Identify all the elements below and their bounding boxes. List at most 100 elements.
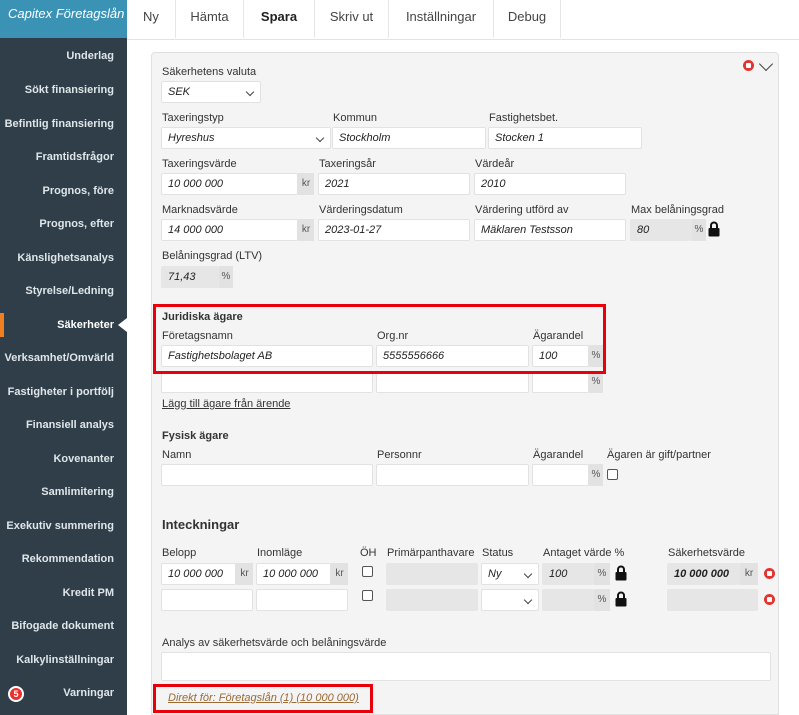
- nav-item-framtidsfragor[interactable]: Framtidsfrågor: [0, 141, 127, 173]
- valued-by-input[interactable]: Mäklaren Testsson: [474, 219, 626, 241]
- physical-owner-share-unit: %: [589, 464, 603, 486]
- delete-mortgage-icon[interactable]: [764, 594, 775, 605]
- delete-mortgage-icon[interactable]: [764, 568, 775, 579]
- nav-item-befintlig-finansiering[interactable]: Befintlig finansiering: [0, 108, 127, 140]
- mortgage-position-header: Inomläge: [257, 547, 303, 559]
- nav-item-bifogade-dokument[interactable]: Bifogade dokument: [0, 610, 127, 642]
- mortgage-oh-checkbox[interactable]: [362, 566, 373, 577]
- nav-item-kanslighetsanalys[interactable]: Känslighetsanalys: [0, 242, 127, 274]
- analysis-textarea[interactable]: [161, 652, 771, 681]
- mortgage-position-input-empty[interactable]: [256, 589, 348, 611]
- nav-item-prognos-efter[interactable]: Prognos, efter: [0, 208, 127, 240]
- analysis-label: Analys av säkerhetsvärde och belåningsvä…: [162, 637, 387, 649]
- nav-item-prognos-fore[interactable]: Prognos, före: [0, 175, 127, 207]
- add-owner-from-case-link[interactable]: Lägg till ägare från ärende: [162, 398, 290, 410]
- menu-debug[interactable]: Debug: [494, 0, 561, 38]
- mortgage-security-header: Säkerhetsvärde: [668, 547, 746, 559]
- lock-icon[interactable]: [708, 221, 720, 237]
- valued-by-label: Värdering utförd av: [475, 204, 569, 216]
- value-year-label: Värdeår: [475, 158, 515, 170]
- physical-owner-married-checkbox[interactable]: [607, 469, 618, 480]
- mortgage-security-value: 10 000 000: [667, 563, 740, 585]
- tax-year-input[interactable]: 2021: [318, 173, 470, 195]
- legal-owner-orgnr-input-empty[interactable]: [376, 371, 529, 393]
- tax-value-label: Taxeringsvärde: [162, 158, 237, 170]
- mortgage-status-select[interactable]: Ny: [481, 563, 539, 585]
- nav-item-kredit-pm[interactable]: Kredit PM: [0, 577, 127, 609]
- legal-owner-share-input-empty[interactable]: [532, 371, 589, 393]
- nav-item-finansiell-analys[interactable]: Finansiell analys: [0, 409, 127, 441]
- direct-link-highlight: [153, 684, 373, 713]
- mortgage-status-select-empty[interactable]: [481, 589, 539, 611]
- physical-owner-share-header: Ägarandel: [533, 449, 584, 461]
- legal-owner-company-input-empty[interactable]: [161, 371, 373, 393]
- delete-collateral-icon[interactable]: [743, 60, 754, 71]
- market-value-label: Marknadsvärde: [162, 204, 238, 216]
- physical-owner-personnr-header: Personnr: [377, 449, 422, 461]
- physical-owner-married-header: Ägaren är gift/partner: [607, 449, 711, 461]
- valuation-date-input[interactable]: 2023-01-27: [318, 219, 470, 241]
- tax-type-label: Taxeringstyp: [162, 112, 224, 124]
- nav-item-rekommendation[interactable]: Rekommendation: [0, 543, 127, 575]
- municipality-input[interactable]: Stockholm: [332, 127, 486, 149]
- menu-installningar[interactable]: Inställningar: [389, 0, 494, 38]
- mortgage-amount-input-empty[interactable]: [161, 589, 253, 611]
- mortgage-amount-unit: kr: [236, 563, 253, 585]
- property-input[interactable]: Stocken 1: [488, 127, 642, 149]
- nav-item-sokt-finansiering[interactable]: Sökt finansiering: [0, 74, 127, 106]
- mortgage-position-input[interactable]: 10 000 000: [256, 563, 331, 585]
- ltv-value: 71,43: [161, 266, 219, 288]
- collateral-panel: Säkerhetens valuta SEK Taxeringstyp Hyre…: [151, 52, 779, 715]
- chevron-down-icon[interactable]: [758, 56, 774, 72]
- ltv-label: Belåningsgrad (LTV): [162, 250, 263, 262]
- valuation-date-label: Värderingsdatum: [319, 204, 403, 216]
- nav-item-samlimitering[interactable]: Samlimitering: [0, 476, 127, 508]
- menu-hamta[interactable]: Hämta: [176, 0, 244, 38]
- tax-value-input[interactable]: 10 000 000: [161, 173, 298, 195]
- property-label: Fastighetsbet.: [489, 112, 559, 124]
- mortgage-primary-holder-input: [386, 563, 478, 585]
- market-value-input[interactable]: 14 000 000: [161, 219, 298, 241]
- nav-item-verksamhet-omvarld[interactable]: Verksamhet/Omvärld: [0, 342, 127, 374]
- physical-owner-personnr-input[interactable]: [376, 464, 529, 486]
- nav-item-kovenanter[interactable]: Kovenanter: [0, 443, 127, 475]
- physical-owner-share-input[interactable]: [532, 464, 589, 486]
- mortgage-oh-checkbox-empty[interactable]: [362, 590, 373, 601]
- nav-item-fastigheter-i-portfolj[interactable]: Fastigheter i portfölj: [0, 376, 127, 408]
- physical-owner-name-input[interactable]: [161, 464, 373, 486]
- currency-select[interactable]: SEK: [161, 81, 261, 103]
- menu-spara[interactable]: Spara: [244, 0, 315, 38]
- nav-item-underlag[interactable]: Underlag: [0, 40, 127, 72]
- mortgage-status-header: Status: [482, 547, 514, 559]
- lock-icon[interactable]: [615, 565, 627, 581]
- mortgage-security-value-empty: [667, 589, 758, 611]
- nav-item-styrelse-ledning[interactable]: Styrelse/Ledning: [0, 275, 127, 307]
- ltv-unit: %: [219, 266, 233, 288]
- mortgage-assumed-unit: %: [594, 563, 610, 585]
- legal-owners-highlight: [153, 304, 606, 374]
- menu-skriv-ut[interactable]: Skriv ut: [315, 0, 389, 38]
- menu-ny[interactable]: Ny: [127, 0, 176, 38]
- physical-owners-title: Fysisk ägare: [162, 430, 229, 442]
- value-year-input[interactable]: 2010: [474, 173, 626, 195]
- legal-owner-share-unit-empty: %: [589, 371, 603, 393]
- warnings-count-badge: 5: [8, 686, 24, 702]
- mortgage-oh-header: ÖH: [360, 547, 377, 559]
- lock-icon[interactable]: [615, 591, 627, 607]
- max-ltv-unit: %: [692, 219, 706, 241]
- app-title[interactable]: Capitex Företagslån: [0, 0, 127, 38]
- mortgage-amount-header: Belopp: [162, 547, 197, 559]
- nav-item-kalkylinstallningar[interactable]: Kalkylinställningar: [0, 644, 127, 676]
- mortgage-primary-holder-header: Primärpanthavare: [387, 547, 475, 559]
- mortgage-primary-holder-input-empty: [386, 589, 478, 611]
- municipality-label: Kommun: [333, 112, 378, 124]
- tax-type-select[interactable]: Hyreshus: [161, 127, 331, 149]
- tax-year-label: Taxeringsår: [319, 158, 376, 170]
- mortgage-amount-input[interactable]: 10 000 000: [161, 563, 236, 585]
- market-value-unit: kr: [298, 219, 314, 241]
- mortgages-title: Inteckningar: [162, 517, 240, 532]
- currency-label: Säkerhetens valuta: [162, 66, 257, 78]
- physical-owner-name-header: Namn: [162, 449, 192, 461]
- nav-item-exekutiv-summering[interactable]: Exekutiv summering: [0, 510, 127, 542]
- nav-item-sakerheter[interactable]: Säkerheter: [0, 309, 127, 341]
